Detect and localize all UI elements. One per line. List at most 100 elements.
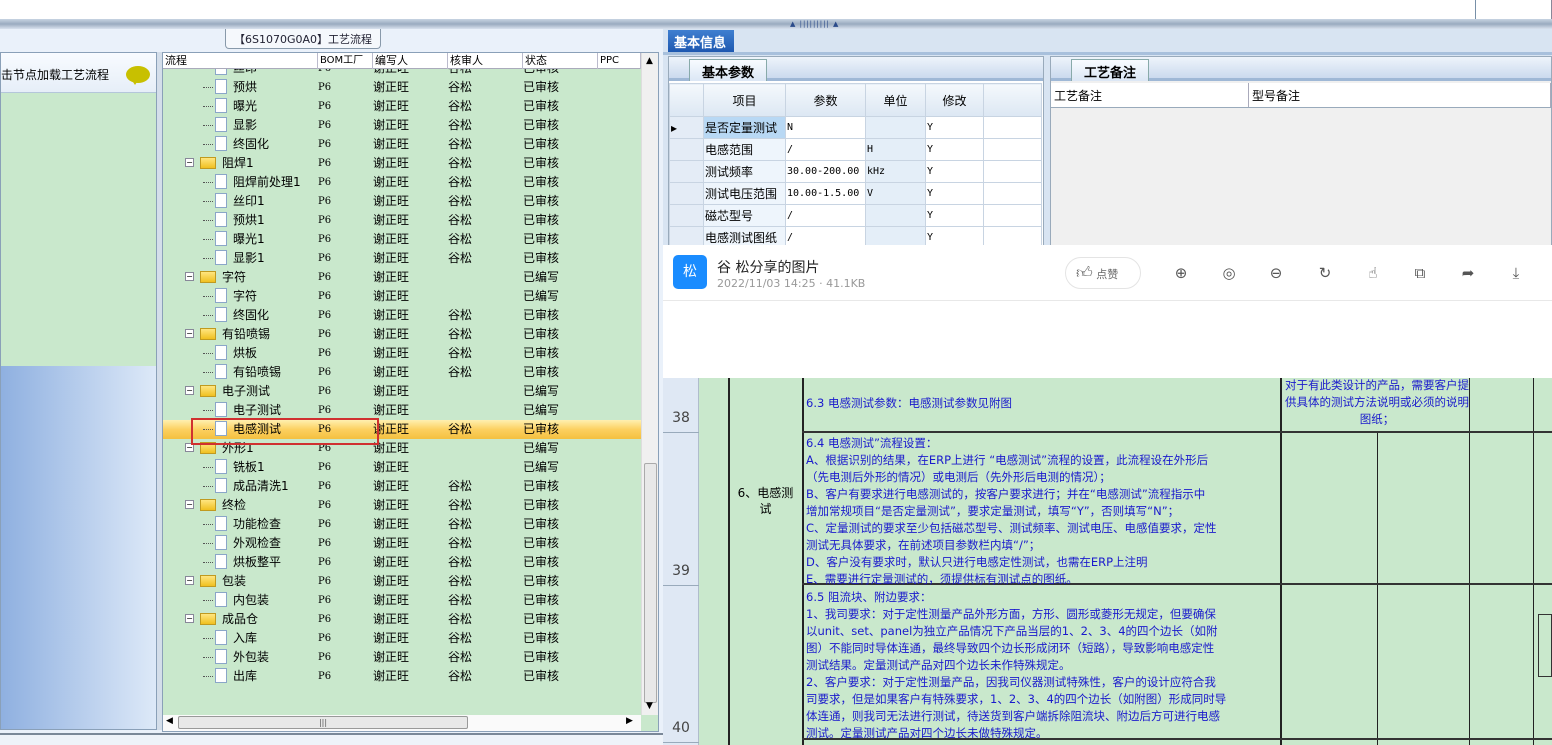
- tree-row[interactable]: 烘板整平 P6 谢正旺 谷松 已审核: [163, 553, 641, 572]
- row-selector[interactable]: ▸: [669, 116, 704, 139]
- tree-row[interactable]: 预烘1 P6 谢正旺 谷松 已审核: [163, 211, 641, 230]
- tree-row[interactable]: 外观检查 P6 谢正旺 谷松 已审核: [163, 534, 641, 553]
- header-flow[interactable]: 流程: [163, 53, 318, 69]
- tree-row[interactable]: 字符 P6 谢正旺 已编写: [163, 287, 641, 306]
- tree-row[interactable]: 终固化 P6 谢正旺 谷松 已审核: [163, 135, 641, 154]
- param-value[interactable]: 10.00-1.5.00: [785, 182, 866, 205]
- collapse-icon[interactable]: −: [185, 158, 194, 167]
- col-model-note[interactable]: 型号备注: [1249, 83, 1551, 107]
- param-unit[interactable]: [865, 204, 926, 227]
- param-value[interactable]: /: [785, 138, 866, 161]
- col-item[interactable]: 项目: [703, 83, 786, 117]
- param-value[interactable]: /: [785, 226, 866, 245]
- param-modify[interactable]: Y: [925, 182, 984, 205]
- param-unit[interactable]: V: [865, 182, 926, 205]
- tree-row[interactable]: 外包装 P6 谢正旺 谷松 已审核: [163, 648, 641, 667]
- tree-folder-row[interactable]: − 字符 P6 谢正旺 已编写: [163, 268, 641, 287]
- col-process-note[interactable]: 工艺备注: [1051, 83, 1249, 107]
- collapse-icon[interactable]: −: [185, 576, 194, 585]
- param-value[interactable]: /: [785, 204, 866, 227]
- horizontal-splitter[interactable]: [0, 19, 1552, 29]
- header-reviewer[interactable]: 核审人: [448, 53, 523, 69]
- h-scroll-thumb[interactable]: |||: [178, 716, 468, 729]
- collapse-icon[interactable]: −: [185, 386, 194, 395]
- tree-folder-row[interactable]: − 成品仓 P6 谢正旺 谷松 已审核: [163, 610, 641, 629]
- tree-row[interactable]: 曝光1 P6 谢正旺 谷松 已审核: [163, 230, 641, 249]
- like-button[interactable]: 👍︎ 点赞: [1065, 257, 1141, 289]
- tree-row[interactable]: 铣板1 P6 谢正旺 已编写: [163, 458, 641, 477]
- tree-folder-row[interactable]: − 阻焊1 P6 谢正旺 谷松 已审核: [163, 154, 641, 173]
- tree-row[interactable]: 有铅喷锡 P6 谢正旺 谷松 已审核: [163, 363, 641, 382]
- param-value[interactable]: N: [785, 116, 866, 139]
- scroll-thumb[interactable]: [644, 463, 657, 703]
- zoom-out-icon[interactable]: ⊖: [1266, 263, 1286, 283]
- param-modify[interactable]: Y: [925, 160, 984, 183]
- row-selector[interactable]: [669, 226, 704, 245]
- param-modify[interactable]: Y: [925, 116, 984, 139]
- tree-row[interactable]: 阻焊前处理1 P6 谢正旺 谷松 已审核: [163, 173, 641, 192]
- header-bom[interactable]: BOM工厂: [318, 53, 373, 69]
- param-modify[interactable]: Y: [925, 226, 984, 245]
- tree-row[interactable]: 成品清洗1 P6 谢正旺 谷松 已审核: [163, 477, 641, 496]
- tree-row[interactable]: 终固化 P6 谢正旺 谷松 已审核: [163, 306, 641, 325]
- zoom-in-icon[interactable]: ⊕: [1171, 263, 1191, 283]
- collapse-icon[interactable]: −: [185, 329, 194, 338]
- actual-size-icon[interactable]: ◎: [1219, 263, 1239, 283]
- col-param[interactable]: 参数: [785, 83, 866, 117]
- copy-icon[interactable]: ⧉: [1410, 263, 1430, 283]
- param-row[interactable]: 测试频率 30.00-200.00 kHz Y: [669, 160, 1042, 183]
- tree-row[interactable]: 烘板 P6 谢正旺 谷松 已审核: [163, 344, 641, 363]
- param-row[interactable]: ▸ 是否定量测试 N Y: [669, 116, 1042, 139]
- row-selector[interactable]: [669, 160, 704, 183]
- collapse-icon[interactable]: −: [185, 500, 194, 509]
- tab-basic-params[interactable]: 基本参数: [689, 59, 768, 81]
- param-value[interactable]: 30.00-200.00: [785, 160, 866, 183]
- tab-basic-info[interactable]: 基本信息: [668, 30, 734, 52]
- tree-folder-row[interactable]: − 终检 P6 谢正旺 谷松 已审核: [163, 496, 641, 515]
- header-writer[interactable]: 编写人: [373, 53, 448, 69]
- row-selector[interactable]: [669, 138, 704, 161]
- param-unit[interactable]: H: [865, 138, 926, 161]
- param-unit[interactable]: [865, 116, 926, 139]
- param-row[interactable]: 磁芯型号 / Y: [669, 204, 1042, 227]
- tree-row[interactable]: 出库 P6 谢正旺 谷松 已审核: [163, 667, 641, 686]
- hand-icon[interactable]: ☝: [1363, 263, 1383, 283]
- scroll-right-icon[interactable]: ▶: [626, 716, 633, 726]
- download-icon[interactable]: ⤓: [1506, 263, 1526, 283]
- vertical-scrollbar[interactable]: ▲ ▼: [641, 53, 658, 715]
- splitter-grip-icon[interactable]: ▲ ||||||||| ▲: [790, 20, 839, 28]
- header-ppc[interactable]: PPC: [598, 53, 641, 69]
- scroll-left-icon[interactable]: ◀: [166, 716, 173, 726]
- param-modify[interactable]: Y: [925, 138, 984, 161]
- collapse-icon[interactable]: −: [185, 272, 194, 281]
- param-unit[interactable]: kHz: [865, 160, 926, 183]
- tree-row[interactable]: 显影 P6 谢正旺 谷松 已审核: [163, 116, 641, 135]
- tree-folder-row[interactable]: − 有铅喷锡 P6 谢正旺 谷松 已审核: [163, 325, 641, 344]
- param-row[interactable]: 电感测试图纸 / Y: [669, 226, 1042, 245]
- tree-folder-row[interactable]: − 电子测试 P6 谢正旺 已编写: [163, 382, 641, 401]
- row-selector[interactable]: [669, 204, 704, 227]
- tree-row[interactable]: 丝印1 P6 谢正旺 谷松 已审核: [163, 192, 641, 211]
- tree-row[interactable]: 功能检查 P6 谢正旺 谷松 已审核: [163, 515, 641, 534]
- tree-row[interactable]: 曝光 P6 谢正旺 谷松 已审核: [163, 97, 641, 116]
- collapse-icon[interactable]: −: [185, 614, 194, 623]
- param-modify[interactable]: Y: [925, 204, 984, 227]
- col-unit[interactable]: 单位: [865, 83, 926, 117]
- row-selector[interactable]: [669, 182, 704, 205]
- scroll-up-icon[interactable]: ▲: [646, 56, 653, 66]
- scroll-down-icon[interactable]: ▼: [646, 701, 653, 711]
- col-modify[interactable]: 修改: [925, 83, 984, 117]
- tree-row[interactable]: 显影1 P6 谢正旺 谷松 已审核: [163, 249, 641, 268]
- param-row[interactable]: 测试电压范围 10.00-1.5.00 V Y: [669, 182, 1042, 205]
- param-row[interactable]: 电感范围 / H Y: [669, 138, 1042, 161]
- tree-row[interactable]: 内包装 P6 谢正旺 谷松 已审核: [163, 591, 641, 610]
- forward-icon[interactable]: ➦: [1458, 263, 1478, 283]
- tree-folder-row[interactable]: − 包装 P6 谢正旺 谷松 已审核: [163, 572, 641, 591]
- tree-row[interactable]: 入库 P6 谢正旺 谷松 已审核: [163, 629, 641, 648]
- horizontal-scrollbar[interactable]: ◀ ||| ▶: [163, 715, 641, 731]
- header-status[interactable]: 状态: [523, 53, 598, 69]
- param-unit[interactable]: [865, 226, 926, 245]
- tab-process-notes[interactable]: 工艺备注: [1071, 59, 1150, 81]
- tree-row[interactable]: 预烘 P6 谢正旺 谷松 已审核: [163, 78, 641, 97]
- rotate-icon[interactable]: ↻: [1315, 263, 1335, 283]
